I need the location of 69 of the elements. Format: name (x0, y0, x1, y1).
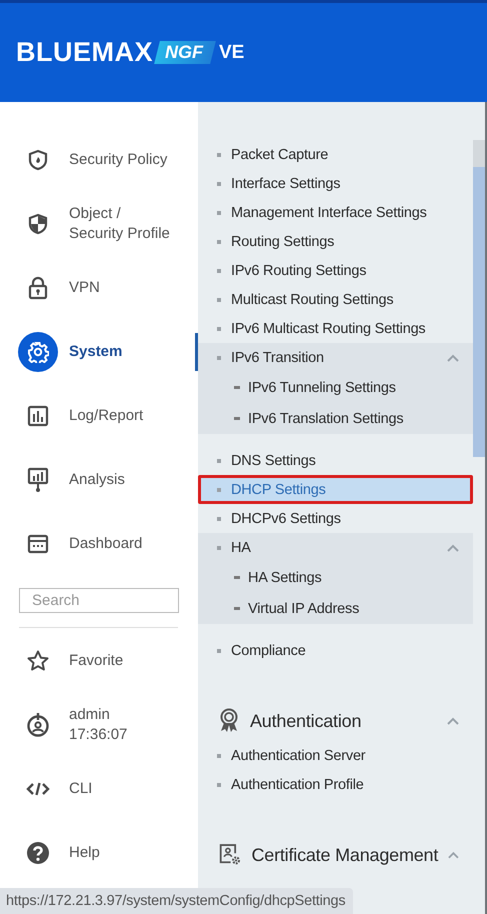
bullet-icon (217, 268, 221, 272)
scrollbar[interactable] (473, 102, 487, 914)
bullet-icon (217, 356, 221, 360)
bullet-icon (217, 298, 221, 302)
award-icon (218, 708, 240, 734)
edition-badge: NGF (154, 41, 216, 64)
menu-group-header[interactable]: HA (198, 533, 473, 562)
chart-board-icon (27, 467, 49, 493)
help-icon (26, 841, 50, 865)
nav-item[interactable]: CLI (0, 757, 198, 821)
nav-item[interactable]: Favorite (0, 629, 198, 693)
bullet-icon (217, 182, 221, 186)
shield-icon (27, 213, 49, 235)
menu-item[interactable]: IPv6 Routing Settings (198, 256, 473, 285)
nav-item[interactable]: Dashboard (0, 512, 198, 576)
bullet-icon (217, 326, 221, 330)
bullet-icon (234, 576, 240, 579)
menu-item[interactable]: Authentication Profile (198, 770, 473, 799)
bullet-icon (217, 240, 221, 244)
nav-item[interactable]: Security Policy (0, 128, 198, 192)
section-header[interactable]: Certificate Management (198, 835, 473, 875)
menu-item[interactable]: Management Interface Settings (198, 198, 473, 227)
brand-logo: BLUEMAX (16, 37, 153, 68)
nav-item[interactable]: Log/Report (0, 384, 198, 448)
section-header[interactable]: Authentication (198, 701, 473, 741)
dashboard-icon (27, 534, 49, 554)
bullet-icon (217, 458, 221, 462)
menu-group-header[interactable]: IPv6 Transition (198, 343, 473, 372)
settings-icon (27, 341, 49, 363)
bullet-icon (217, 648, 221, 652)
code-icon (26, 781, 50, 797)
menu-item[interactable]: Compliance (198, 636, 473, 665)
submenu-item[interactable]: IPv6 Tunneling Settings (198, 372, 473, 403)
nav-item[interactable]: admin 17:36:07 (0, 693, 198, 757)
nav-item[interactable]: Help (0, 821, 198, 885)
submenu-item[interactable]: HA Settings (198, 562, 473, 593)
submenu-item[interactable]: IPv6 Translation Settings (198, 403, 473, 434)
bullet-icon (217, 782, 221, 786)
menu-item[interactable]: Packet Capture (198, 140, 473, 169)
bullet-icon (217, 546, 221, 550)
nav-item[interactable]: System (0, 320, 198, 384)
bullet-icon (234, 417, 240, 420)
menu-item[interactable]: Authentication Server (198, 741, 473, 770)
lock-icon (27, 276, 49, 300)
nav-item[interactable]: Analysis (0, 448, 198, 512)
shield-icon (27, 149, 49, 171)
bullet-icon (217, 516, 221, 520)
status-url: https://172.21.3.97/system/systemConfig/dhcpSettings (0, 888, 354, 914)
bullet-icon (234, 386, 240, 389)
menu-item[interactable]: IPv6 Multicast Routing Settings (198, 314, 473, 343)
nav-item[interactable]: VPN (0, 256, 198, 320)
nav-item[interactable]: Object / Security Profile (0, 192, 198, 256)
bullet-icon (234, 607, 240, 610)
menu-item[interactable]: DHCP Settings (198, 475, 473, 504)
menu-item[interactable]: DHCPv6 Settings (198, 504, 473, 533)
menu-item[interactable]: Interface Settings (198, 169, 473, 198)
submenu-item[interactable]: Virtual IP Address (198, 593, 473, 624)
user-power-icon (26, 712, 50, 738)
bullet-icon (217, 152, 221, 156)
bullet-icon (217, 754, 221, 758)
search-field[interactable]: Search (19, 588, 179, 613)
menu-item[interactable]: DNS Settings (198, 446, 473, 475)
bullet-icon (217, 488, 221, 492)
menu-item[interactable]: Routing Settings (198, 227, 473, 256)
edition-suffix: VE (219, 42, 244, 64)
menu-item[interactable]: Multicast Routing Settings (198, 285, 473, 314)
bar-chart-icon (27, 405, 49, 427)
star-icon (26, 649, 50, 673)
bullet-icon (217, 210, 221, 214)
